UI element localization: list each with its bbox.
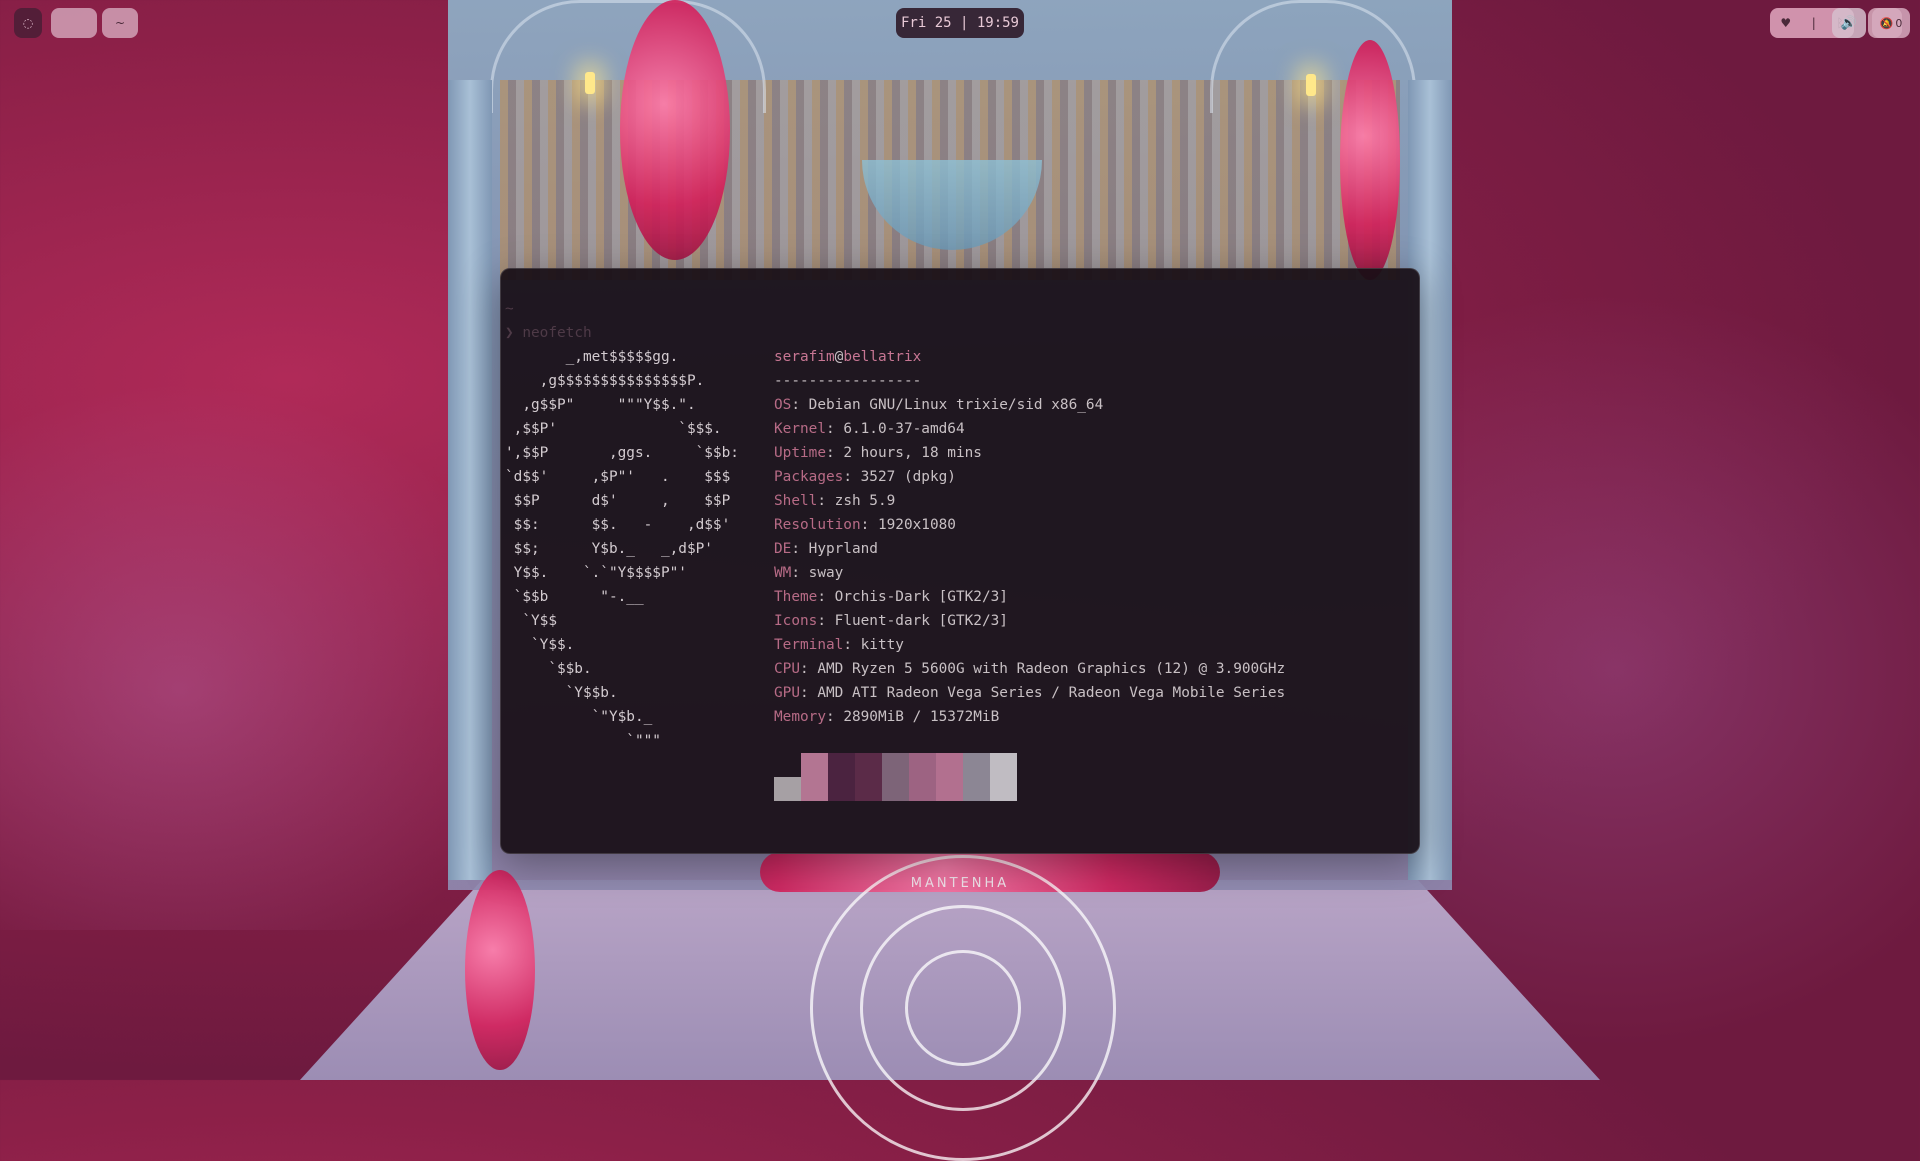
info-key: Uptime — [774, 445, 826, 461]
info-key: Theme — [774, 589, 818, 605]
info-row-terminal: Terminal: kitty — [774, 637, 904, 653]
hostname: bellatrix — [843, 349, 922, 365]
info-value: Orchis-Dark [GTK2/3] — [834, 589, 1008, 605]
palette-swatch — [990, 753, 1017, 801]
notification-button[interactable]: 🔕 0 — [1872, 8, 1910, 38]
info-row-memory: Memory: 2890MiB / 15372MiB — [774, 709, 1000, 725]
info-value: 2 hours, 18 mins — [843, 445, 982, 461]
flower-cluster — [465, 870, 535, 1070]
color-palette — [774, 753, 1017, 801]
workspace-2-button[interactable]: ~ — [102, 8, 138, 38]
info-key: Shell — [774, 493, 818, 509]
info-value: 1920x1080 — [877, 517, 956, 533]
info-value: AMD Ryzen 5 5600G with Radeon Graphics (… — [817, 661, 1286, 677]
info-key: Memory — [774, 709, 826, 725]
info-row-wm: WM: sway — [774, 565, 844, 581]
volume-button[interactable]: 🔊 — [1832, 8, 1866, 38]
circle-icon: ◌ — [22, 16, 34, 30]
sign-text: MANTENHA — [910, 876, 1010, 891]
palette-swatch — [963, 753, 990, 801]
palette-swatch — [801, 753, 828, 801]
system-info: serafim@bellatrix ----------------- OS: … — [774, 345, 1285, 729]
info-value: AMD ATI Radeon Vega Series / Radeon Vega… — [817, 685, 1286, 701]
separator-line: ----------------- — [774, 373, 922, 389]
info-row-kernel: Kernel: 6.1.0-37-amd64 — [774, 421, 965, 437]
info-key: Terminal — [774, 637, 844, 653]
palette-swatch — [774, 777, 801, 801]
info-key: GPU — [774, 685, 800, 701]
workspace-1-button[interactable] — [51, 8, 97, 38]
palette-swatch — [828, 753, 855, 801]
info-key: WM — [774, 565, 792, 581]
info-value: kitty — [860, 637, 904, 653]
info-value: sway — [808, 565, 844, 581]
info-value: 6.1.0-37-amd64 — [843, 421, 965, 437]
bell-off-icon: 🔕 — [1879, 16, 1894, 30]
info-value: Hyprland — [808, 541, 878, 557]
info-value: zsh 5.9 — [834, 493, 896, 509]
palette-swatch — [855, 753, 882, 801]
info-key: Kernel — [774, 421, 826, 437]
workspace-2-label: ~ — [114, 16, 126, 30]
prompt-command: neofetch — [522, 325, 592, 341]
info-row-packages: Packages: 3527 (dpkg) — [774, 469, 956, 485]
terminal-window[interactable]: ~ ❯ neofetch _,met$$$$$gg. ,g$$$$$$$$$$$… — [500, 268, 1420, 854]
prompt-directory: ~ — [505, 301, 514, 317]
info-row-icons: Icons: Fluent-dark [GTK2/3] — [774, 613, 1008, 629]
volume-icon: 🔊 — [1840, 15, 1858, 31]
info-key: DE — [774, 541, 792, 557]
palette-swatch — [882, 753, 909, 801]
palette-swatch — [936, 753, 963, 801]
info-key: OS — [774, 397, 792, 413]
debian-ascii-logo: _,met$$$$$gg. ,g$$$$$$$$$$$$$$$P. ,g$$P"… — [505, 349, 739, 749]
info-row-shell: Shell: zsh 5.9 — [774, 493, 896, 509]
notification-count: 0 — [1895, 16, 1903, 30]
user-host-line: serafim@bellatrix — [774, 345, 1285, 369]
info-key: Packages — [774, 469, 844, 485]
info-value: 2890MiB / 15372MiB — [843, 709, 1000, 725]
info-value: 3527 (dpkg) — [860, 469, 956, 485]
ring-inner — [905, 950, 1021, 1066]
info-row-resolution: Resolution: 1920x1080 — [774, 517, 956, 533]
lamp-right — [1306, 74, 1316, 96]
status-separator: | — [1811, 16, 1816, 30]
info-value: Debian GNU/Linux trixie/sid x86_64 — [808, 397, 1104, 413]
heart-icon[interactable]: ♥ — [1780, 16, 1791, 30]
info-row-cpu: CPU: AMD Ryzen 5 5600G with Radeon Graph… — [774, 661, 1286, 677]
flower-cluster — [620, 0, 730, 260]
launcher-button[interactable]: ◌ — [14, 8, 42, 38]
info-row-gpu: GPU: AMD ATI Radeon Vega Series / Radeon… — [774, 685, 1286, 701]
palette-swatch — [909, 753, 936, 801]
info-value: Fluent-dark [GTK2/3] — [834, 613, 1008, 629]
info-key: Resolution — [774, 517, 861, 533]
info-row-de: DE: Hyprland — [774, 541, 878, 557]
pillar-left — [448, 80, 492, 880]
prompt-line: ❯ neofetch — [505, 321, 592, 345]
info-key: CPU — [774, 661, 800, 677]
username: serafim — [774, 349, 835, 365]
prompt-symbol: ❯ — [505, 325, 514, 341]
info-row-uptime: Uptime: 2 hours, 18 mins — [774, 445, 982, 461]
lamp-left — [585, 72, 595, 94]
info-row-theme: Theme: Orchis-Dark [GTK2/3] — [774, 589, 1008, 605]
info-row-os: OS: Debian GNU/Linux trixie/sid x86_64 — [774, 397, 1104, 413]
info-key: Icons — [774, 613, 818, 629]
clock[interactable]: Fri 25 | 19:59 — [896, 8, 1024, 38]
flower-cluster — [1340, 40, 1400, 280]
